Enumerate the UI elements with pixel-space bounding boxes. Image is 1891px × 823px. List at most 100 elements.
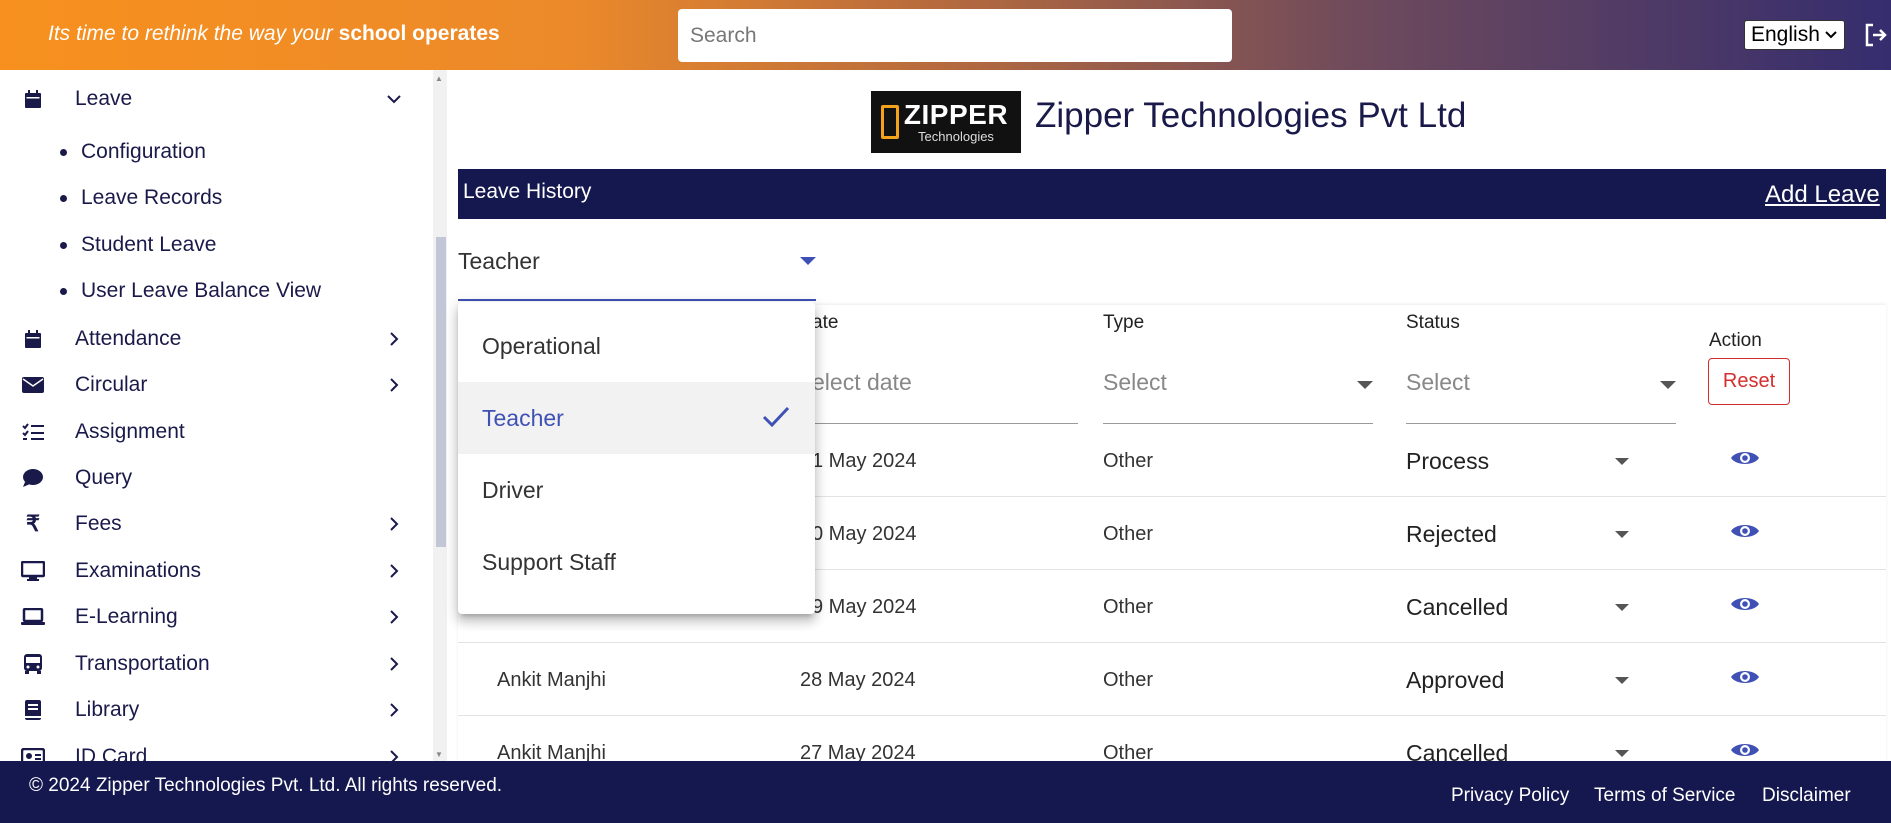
sidebar-item-e-learning[interactable]: E-Learning — [0, 597, 420, 637]
sidebar-item-assignment[interactable]: Assignment — [0, 412, 420, 452]
view-eye-icon[interactable] — [1730, 739, 1760, 761]
scroll-up-arrow-icon[interactable]: ▲ — [435, 74, 443, 83]
sidebar-subitem-student-leave[interactable]: Student Leave — [60, 233, 216, 257]
logo-text: ZIPPER — [903, 98, 1009, 130]
leave-history-title: Leave History — [463, 180, 592, 203]
view-eye-icon[interactable] — [1730, 520, 1760, 542]
row-type: Other — [1103, 742, 1154, 761]
sidebar-subitem-user-leave-balance[interactable]: User Leave Balance View — [60, 279, 321, 303]
dropdown-caret-icon — [1615, 604, 1629, 611]
category-select[interactable]: Teacher — [458, 230, 816, 301]
row-type: Other — [1103, 596, 1154, 618]
sidebar-subitem-leave-records[interactable]: Leave Records — [60, 186, 222, 210]
dropdown-option-teacher[interactable]: Teacher — [458, 382, 815, 454]
row-status-select[interactable]: Cancelled — [1406, 594, 1508, 621]
table-row: Ankit Manjhi 27 May 2024 Other Cancelled — [458, 716, 1886, 761]
dropdown-caret-icon — [1615, 458, 1629, 465]
option-label: Driver — [482, 476, 544, 503]
type-filter-placeholder: Select — [1103, 369, 1167, 395]
row-date: 9 May 2024 — [812, 596, 917, 618]
calendar-icon — [21, 87, 45, 111]
dropdown-option-operational[interactable]: Operational — [458, 310, 815, 382]
sidebar-subitem-label: Configuration — [81, 140, 206, 163]
chevron-right-icon — [386, 377, 402, 393]
add-leave-link[interactable]: Add Leave — [1765, 181, 1880, 209]
view-eye-icon[interactable] — [1730, 666, 1760, 688]
row-status-select[interactable]: Rejected — [1406, 521, 1497, 548]
row-date: 28 May 2024 — [800, 669, 916, 691]
view-eye-icon[interactable] — [1730, 447, 1760, 469]
sidebar-item-examinations[interactable]: Examinations — [0, 551, 420, 591]
table-row: Ankit Manjhi 28 May 2024 Other Approved — [458, 643, 1886, 716]
sidebar-item-label: Library — [75, 698, 140, 721]
language-value: English — [1751, 23, 1820, 46]
sidebar-subitem-configuration[interactable]: Configuration — [60, 140, 206, 164]
sidebar-subitem-label: Student Leave — [81, 233, 217, 256]
sidebar-scrollbar-thumb[interactable] — [436, 237, 446, 547]
sidebar-item-attendance[interactable]: Attendance — [0, 319, 420, 359]
chat-bubble-icon — [21, 466, 45, 490]
company-name: Zipper Technologies Pvt Ltd — [1035, 96, 1467, 135]
dropdown-option-support-staff[interactable]: Support Staff — [458, 526, 815, 598]
chevron-right-icon — [386, 609, 402, 625]
sidebar-item-label: Leave — [75, 87, 133, 110]
row-status-select[interactable]: Process — [1406, 448, 1489, 475]
date-filter-placeholder: elect date — [812, 369, 912, 395]
logo-subtext: Technologies — [918, 128, 994, 144]
bus-icon — [21, 652, 45, 676]
row-date: 27 May 2024 — [800, 742, 916, 761]
type-filter[interactable]: Select — [1103, 306, 1373, 424]
reset-button[interactable]: Reset — [1708, 358, 1790, 405]
date-filter[interactable]: elect date — [812, 306, 1078, 424]
category-select-value: Teacher — [458, 248, 540, 274]
row-status-select[interactable]: Cancelled — [1406, 740, 1508, 761]
desktop-icon — [21, 559, 45, 583]
header-tagline: Its time to rethink the way your school … — [48, 22, 500, 46]
calendar-icon — [21, 327, 45, 351]
tagline-bold: school operates — [338, 22, 500, 45]
sidebar-item-label: Attendance — [75, 327, 182, 350]
privacy-policy-link[interactable]: Privacy Policy — [1451, 785, 1569, 807]
top-header-bar: Its time to rethink the way your school … — [0, 0, 1891, 70]
dropdown-caret-icon — [1615, 677, 1629, 684]
chevron-down-icon — [386, 91, 402, 107]
row-type: Other — [1103, 669, 1154, 691]
chevron-right-icon — [386, 656, 402, 672]
sidebar-item-fees[interactable]: ₹ Fees — [0, 504, 420, 544]
sidebar-item-label: Assignment — [75, 420, 185, 443]
option-label: Teacher — [482, 404, 564, 431]
dropdown-caret-icon — [1660, 381, 1676, 389]
sidebar-item-query[interactable]: Query — [0, 458, 420, 498]
bullet-icon — [60, 241, 67, 249]
sidebar-item-library[interactable]: Library — [0, 690, 420, 730]
envelope-icon — [21, 373, 45, 397]
checklist-icon — [21, 420, 45, 444]
view-eye-icon[interactable] — [1730, 593, 1760, 615]
chevron-right-icon — [386, 516, 402, 532]
row-name: Ankit Manjhi — [497, 669, 606, 691]
dropdown-caret-icon — [1615, 750, 1629, 757]
sidebar-item-label: Fees — [75, 512, 122, 535]
company-logo: ZIPPER Technologies — [871, 91, 1021, 153]
language-select[interactable]: English — [1744, 20, 1845, 50]
book-icon — [21, 698, 45, 722]
sidebar-item-transportation[interactable]: Transportation — [0, 644, 420, 684]
search-input[interactable] — [678, 9, 1232, 62]
sidebar-item-leave[interactable]: Leave — [0, 79, 420, 119]
logout-icon[interactable] — [1864, 22, 1888, 48]
bullet-icon — [60, 287, 67, 295]
option-label: Operational — [482, 332, 601, 359]
status-filter[interactable]: Select — [1406, 306, 1676, 424]
terms-of-service-link[interactable]: Terms of Service — [1594, 785, 1735, 807]
sidebar-item-circular[interactable]: Circular — [0, 365, 420, 405]
bullet-icon — [60, 148, 67, 156]
disclaimer-link[interactable]: Disclaimer — [1762, 785, 1851, 807]
rupee-icon: ₹ — [26, 511, 40, 536]
scroll-down-arrow-icon[interactable]: ▼ — [435, 750, 443, 759]
row-status-select[interactable]: Approved — [1406, 667, 1504, 694]
dropdown-option-driver[interactable]: Driver — [458, 454, 815, 526]
sidebar-item-label: Examinations — [75, 559, 202, 582]
row-date: 1 May 2024 — [812, 450, 917, 472]
sidebar-item-label: Transportation — [75, 652, 210, 675]
sidebar-item-label: Circular — [75, 373, 148, 396]
